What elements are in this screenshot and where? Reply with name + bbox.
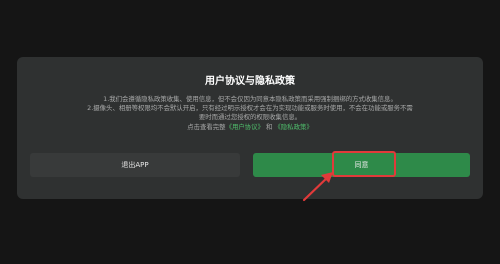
highlight-box (332, 151, 396, 177)
exit-app-button[interactable]: 退出APP (30, 153, 240, 177)
body-line-3: 要时而通过您授权的权限收集信息。 (198, 113, 302, 122)
user-agreement-link[interactable]: 《用户协议》 (226, 123, 264, 131)
privacy-policy-link[interactable]: 《隐私政策》 (274, 123, 312, 131)
body-line-1: 1.我们会遵循隐私政策收集、使用信息，但不会仅因为同意本隐私政策而采用强制捆绑的… (103, 95, 397, 103)
view-prefix: 点击查看完整 (187, 122, 226, 131)
privacy-dialog: 用户协议与隐私政策 1.我们会遵循隐私政策收集、使用信息，但不会仅因为同意本隐私… (17, 57, 483, 199)
dialog-title: 用户协议与隐私政策 (205, 76, 295, 87)
and-text: 和 (265, 122, 273, 131)
view-links-line: 点击查看完整《用户协议》 和 《隐私政策》 (41, 123, 459, 132)
pointer-arrow-icon (302, 172, 333, 202)
dialog-body: 1.我们会遵循隐私政策收集、使用信息，但不会仅因为同意本隐私政策而采用强制捆绑的… (41, 95, 459, 132)
